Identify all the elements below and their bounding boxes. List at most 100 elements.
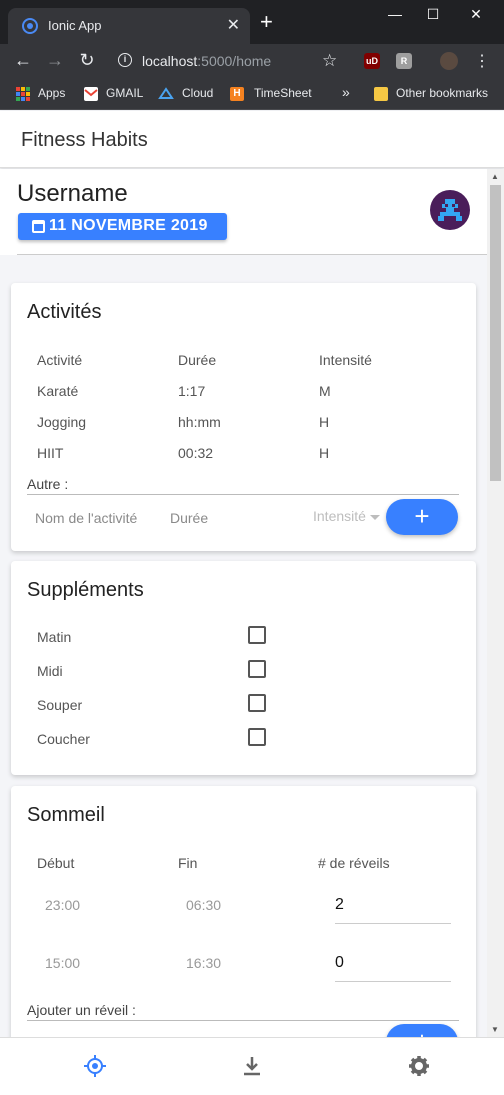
sleep-start-input[interactable]: 23:00: [45, 897, 80, 913]
back-icon[interactable]: ←: [12, 50, 34, 71]
activities-title: Activités: [27, 301, 102, 323]
add-activity-button[interactable]: +: [386, 499, 458, 535]
pixel-avatar-icon: [438, 199, 462, 221]
scroll-up-icon[interactable]: ▲: [491, 172, 499, 181]
supplement-label: Coucher: [37, 731, 90, 747]
intensity-select[interactable]: Intensité: [313, 508, 380, 524]
apps-grid-icon[interactable]: [16, 87, 30, 101]
supplement-label: Midi: [37, 663, 63, 679]
tab-download[interactable]: [167, 1038, 335, 1095]
activity-duration[interactable]: hh:mm: [178, 414, 221, 430]
bookmark-cloud[interactable]: Cloud: [182, 86, 213, 100]
cloud-icon: [158, 87, 174, 101]
more-bookmarks-chevron[interactable]: »: [342, 84, 350, 100]
bookmark-star-icon[interactable]: ☆: [322, 51, 337, 71]
activity-duration[interactable]: 00:32: [178, 445, 213, 461]
minimize-icon[interactable]: —: [380, 6, 410, 22]
header-wakeups: # de réveils: [318, 855, 390, 871]
bookmark-other[interactable]: Other bookmarks: [396, 86, 488, 100]
reload-icon[interactable]: ↻: [76, 50, 98, 71]
gmail-icon: [84, 87, 98, 101]
supplements-card: Suppléments Matin Midi Souper Coucher: [11, 561, 476, 775]
extension-icon[interactable]: R: [396, 53, 412, 69]
supplements-title: Suppléments: [27, 579, 144, 601]
browser-tab[interactable]: Ionic App ✕: [8, 8, 250, 44]
activity-name: HIIT: [37, 445, 64, 461]
tab-close-icon[interactable]: ✕: [227, 15, 240, 35]
add-wakeup-button[interactable]: +: [386, 1024, 458, 1037]
app-header: Fitness Habits: [0, 111, 504, 168]
activity-duration-input[interactable]: Durée: [170, 510, 208, 526]
bookmark-gmail[interactable]: GMAIL: [106, 86, 143, 100]
bottom-tab-bar: [0, 1037, 504, 1095]
new-tab-icon[interactable]: +: [260, 11, 273, 33]
date-picker-button[interactable]: 11 NOVEMBRE 2019: [18, 213, 227, 240]
divider: [17, 254, 487, 255]
supplement-checkbox[interactable]: [248, 728, 266, 746]
download-icon: [244, 1057, 260, 1076]
bookmarks-bar: Apps GMAIL Cloud H TimeSheet » Other boo…: [0, 78, 504, 110]
sleep-end-input[interactable]: 16:30: [186, 955, 221, 971]
address-bar[interactable]: i localhost:5000/home: [108, 47, 352, 75]
sleep-card: Sommeil Début Fin # de réveils 23:00 06:…: [11, 786, 476, 1037]
activity-name: Karaté: [37, 383, 79, 399]
chevron-down-icon: [369, 514, 380, 520]
timesheet-icon: H: [230, 87, 244, 101]
forward-icon[interactable]: →: [44, 50, 66, 71]
activity-duration[interactable]: 1:17: [178, 383, 205, 399]
bookmark-timesheet[interactable]: TimeSheet: [254, 86, 312, 100]
browser-titlebar: Ionic App ✕ + — ☐ ✕: [0, 0, 504, 44]
sleep-end-input[interactable]: 06:30: [186, 897, 221, 913]
window-close-icon[interactable]: ✕: [461, 6, 491, 23]
supplement-label: Souper: [37, 697, 83, 713]
calendar-icon: [32, 220, 45, 233]
browser-toolbar: ← → ↻ i localhost:5000/home ☆ uD R ⋮: [0, 44, 504, 78]
scroll-down-icon[interactable]: ▼: [491, 1025, 499, 1034]
sleep-start-input[interactable]: 15:00: [45, 955, 80, 971]
scrollbar[interactable]: ▲ ▼: [487, 169, 504, 1037]
url-text: localhost:5000/home: [142, 53, 272, 69]
supplement-checkbox[interactable]: [248, 626, 266, 644]
info-icon[interactable]: i: [118, 53, 132, 67]
activities-card: Activités Activité Durée Intensité Karat…: [11, 283, 476, 551]
wakeup-count-input[interactable]: 2: [335, 888, 451, 924]
activity-name-input[interactable]: Nom de l'activité: [35, 510, 137, 526]
activity-intensity[interactable]: H: [319, 445, 329, 461]
profile-avatar-icon[interactable]: [440, 52, 458, 70]
maximize-icon[interactable]: ☐: [418, 6, 448, 23]
bookmark-apps[interactable]: Apps: [38, 86, 65, 100]
other-activity-label: Autre :: [27, 476, 69, 492]
header-activity: Activité: [37, 352, 83, 368]
supplement-checkbox[interactable]: [248, 694, 266, 712]
header-intensity: Intensité: [319, 352, 372, 368]
divider: [27, 494, 459, 495]
username: Username: [17, 180, 128, 207]
scrollbar-thumb[interactable]: [490, 185, 501, 481]
supplement-label: Matin: [37, 629, 72, 645]
header-duration: Durée: [178, 352, 217, 368]
ionic-favicon-icon: [22, 18, 38, 34]
folder-icon: [374, 87, 388, 101]
wakeup-count-input[interactable]: 0: [335, 946, 451, 982]
supplement-checkbox[interactable]: [248, 660, 266, 678]
tab-title: Ionic App: [48, 18, 102, 33]
tab-settings[interactable]: [334, 1038, 502, 1095]
user-section: Username 11 NOVEMBRE 2019: [0, 169, 487, 255]
date-label: 11 NOVEMBRE 2019: [49, 217, 208, 234]
divider: [27, 1020, 459, 1021]
avatar[interactable]: [430, 190, 470, 230]
header-start: Début: [37, 855, 75, 871]
sleep-title: Sommeil: [27, 804, 105, 826]
chrome-menu-icon[interactable]: ⋮: [474, 51, 490, 71]
page-title: Fitness Habits: [21, 129, 148, 151]
header-end: Fin: [178, 855, 198, 871]
add-wakeup-label: Ajouter un réveil :: [27, 1002, 136, 1018]
locate-icon: [84, 1055, 106, 1077]
activity-intensity[interactable]: M: [319, 383, 331, 399]
ublock-extension-icon[interactable]: uD: [364, 53, 380, 69]
activity-intensity[interactable]: H: [319, 414, 329, 430]
tab-home[interactable]: [10, 1038, 178, 1095]
main-content: Username 11 NOVEMBRE 2019 Activités Acti…: [0, 169, 487, 1037]
settings-icon: [409, 1056, 429, 1076]
activity-name: Jogging: [37, 414, 87, 430]
